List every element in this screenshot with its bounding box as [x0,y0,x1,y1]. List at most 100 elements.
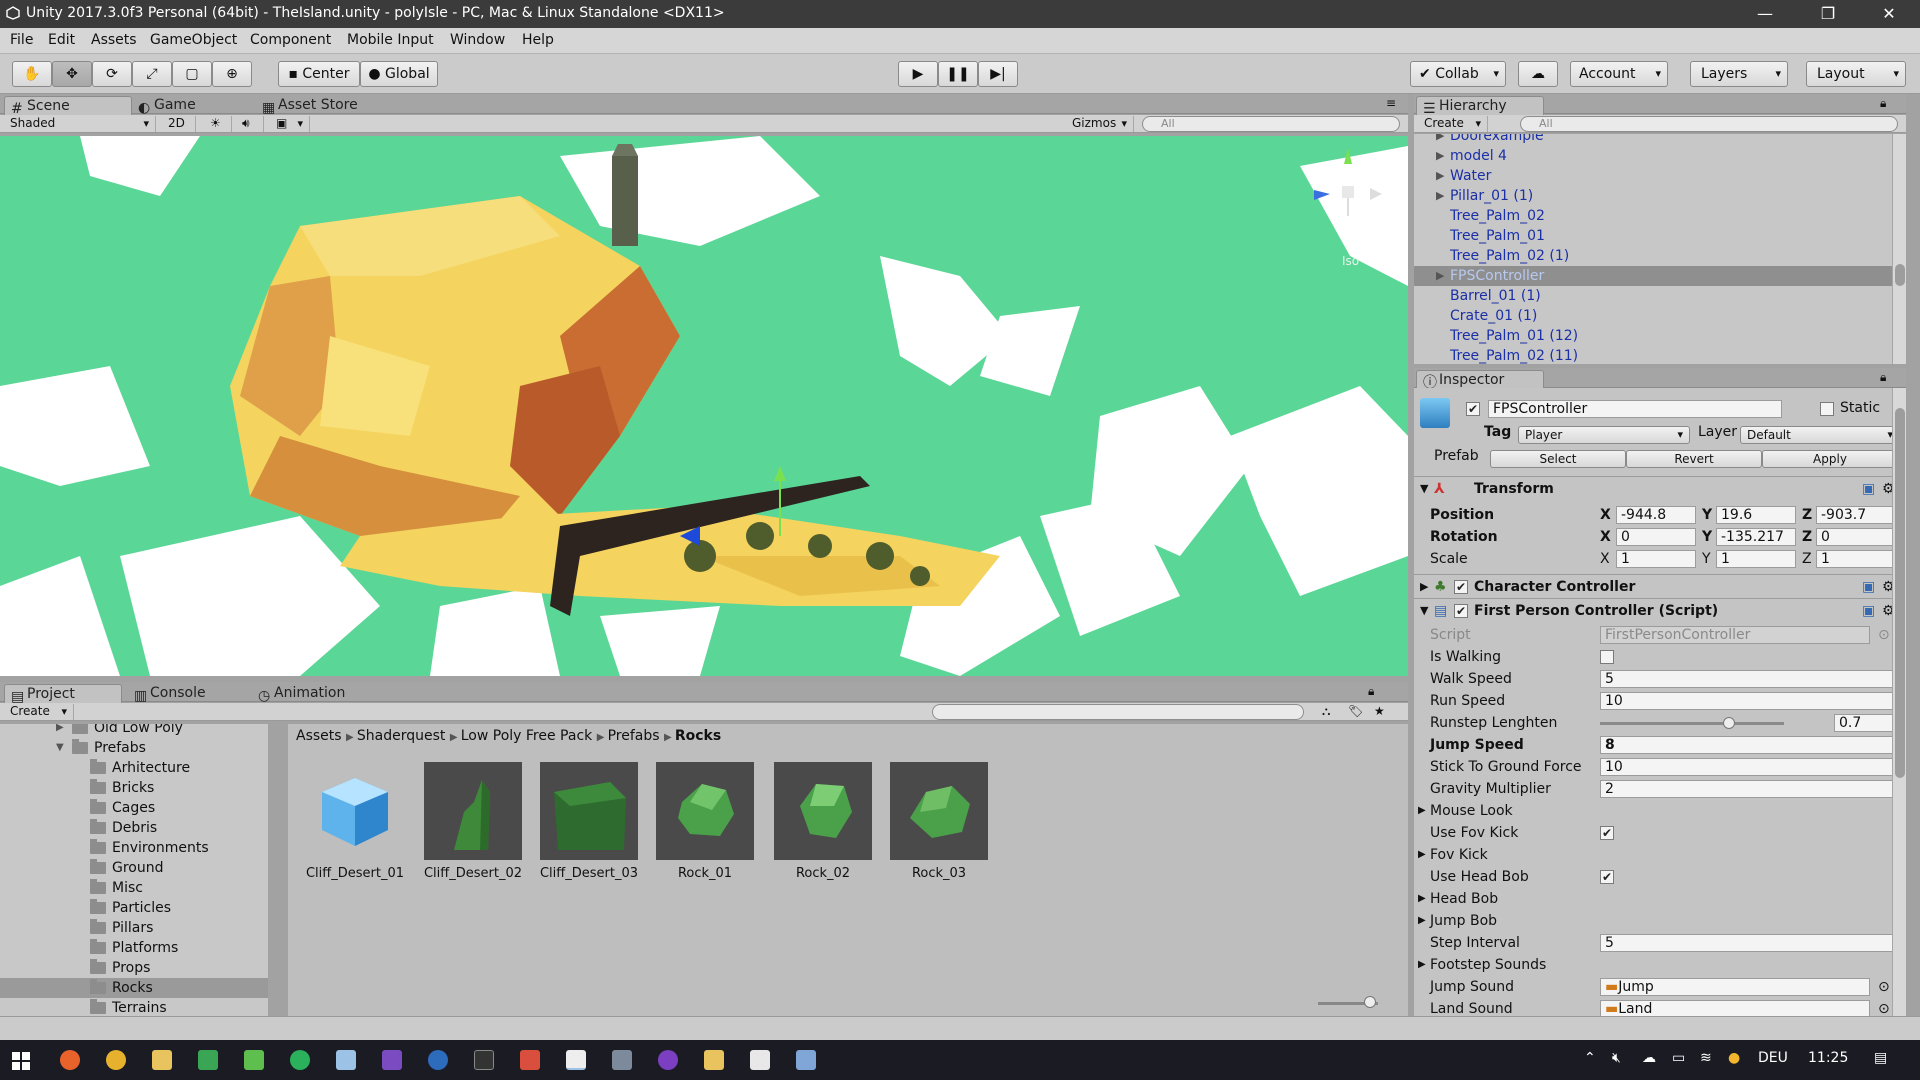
position-x-field[interactable]: -944.8 [1616,506,1696,524]
transform-tool-button[interactable]: ⊕ [212,61,252,87]
minimize-button[interactable]: — [1742,0,1788,28]
shading-mode-dropdown[interactable]: Shaded [4,116,156,132]
menu-help[interactable]: Help [522,32,554,48]
restore-button[interactable]: ❐ [1805,0,1851,28]
fpc-header[interactable]: ▼ ▤ ✔ First Person Controller (Script) ▣… [1414,598,1906,622]
scene-view[interactable]: Iso [0,136,1408,676]
hierarchy-item[interactable]: Tree_Palm_01 (12) [1414,326,1892,346]
folder-tree-item[interactable]: Misc [0,878,268,898]
tool-red-icon[interactable] [520,1050,540,1070]
project-lock-icon[interactable]: 🔒︎ [1368,684,1374,699]
folder-tree-item[interactable]: Arhitecture [0,758,268,778]
hierarchy-item[interactable]: Barrel_01 (1) [1414,286,1892,306]
expand-arrow-icon[interactable]: ▶ [1436,186,1444,206]
folder-tree-item[interactable]: Bricks [0,778,268,798]
is-walking-checkbox[interactable] [1600,650,1614,664]
hierarchy-scrollbar[interactable] [1892,134,1906,364]
notes-icon[interactable] [244,1050,264,1070]
inspector-scroll-thumb[interactable] [1895,408,1905,778]
stick-field[interactable]: 10 [1600,758,1898,776]
run-speed-field[interactable]: 10 [1600,692,1898,710]
folder-tree-item[interactable]: Pillars [0,918,268,938]
use-head-bob-checkbox[interactable]: ✔ [1600,870,1614,884]
breadcrumb-low-poly[interactable]: Low Poly Free Pack [461,728,593,744]
notifications-icon[interactable]: ▤ [1874,1050,1887,1066]
editor-icon[interactable] [796,1050,816,1070]
head-bob-row[interactable]: ▶ Head Bob [1414,888,1906,910]
fpc-enabled-checkbox[interactable]: ✔ [1454,604,1468,618]
folder-tree-item[interactable]: ▼ Prefabs [0,738,268,758]
hierarchy-create-dropdown[interactable]: Create [1418,116,1488,132]
rotate-tool-button[interactable]: ⟳ [92,61,132,87]
space-global-button[interactable]: ● Global [360,61,438,87]
firefox-icon[interactable] [60,1050,80,1070]
effects-dropdown[interactable]: ▣ [270,116,310,132]
clock[interactable]: 11:25 [1808,1050,1848,1066]
active-checkbox[interactable]: ✔ [1466,402,1480,416]
file-explorer-icon[interactable] [152,1050,172,1070]
position-z-field[interactable]: -903.7 [1816,506,1898,524]
layer-dropdown[interactable]: Default [1740,426,1900,444]
expand-arrow-icon[interactable]: ▶ [1436,166,1444,186]
breadcrumb-prefabs[interactable]: Prefabs [608,728,660,744]
tab-inspector[interactable]: ⓘ Inspector [1416,370,1544,391]
folder-tree-item[interactable]: Particles [0,898,268,918]
2d-toggle[interactable]: 2D [162,116,196,132]
bin-icon[interactable] [612,1050,632,1070]
language-indicator[interactable]: DEU [1758,1050,1788,1066]
folder-tree-item[interactable]: Ground [0,858,268,878]
folder-tree-item[interactable]: Environments [0,838,268,858]
scale-tool-button[interactable]: ⤢ [132,61,172,87]
skype-icon[interactable] [428,1050,448,1070]
expand-arrow-icon[interactable]: ▶ [1436,134,1444,146]
hierarchy-item[interactable]: Tree_Palm_01 [1414,226,1892,246]
folder-taskbar-icon[interactable] [704,1050,724,1070]
audio-toggle[interactable]: 🔊︎ [236,116,264,132]
object-picker-icon[interactable]: ⊙ [1878,976,1890,998]
position-y-field[interactable]: 19.6 [1716,506,1796,524]
breadcrumb-assets[interactable]: Assets [296,728,342,744]
hierarchy-item[interactable]: ▶ Pillar_01 (1) [1414,186,1892,206]
windows-start-icon[interactable] [12,1052,30,1070]
epic-games-icon[interactable] [474,1050,494,1070]
footstep-sounds-row[interactable]: ▶ Footstep Sounds [1414,954,1906,976]
asset-cliff-desert-01[interactable]: Cliff_Desert_01 [306,762,404,882]
runstep-slider-track[interactable] [1600,722,1784,725]
hierarchy-item[interactable]: Tree_Palm_02 [1414,206,1892,226]
collab-dropdown[interactable]: ✔ Collab [1410,61,1506,87]
folder-tree-item[interactable]: Platforms [0,938,268,958]
tab-project[interactable]: ▤ Project [4,684,122,705]
move-tool-button[interactable]: ✥ [52,61,92,87]
app-tray-icon[interactable]: ● [1728,1050,1740,1066]
object-picker-icon[interactable]: ⊙ [1878,624,1890,646]
tab-console[interactable]: ▥ Console [128,684,248,704]
static-checkbox[interactable] [1820,402,1834,416]
pivot-center-button[interactable]: ▪ Center [278,61,360,87]
tab-animation[interactable]: ◷ Animation [252,684,392,704]
expand-arrow-icon[interactable]: ▶ [56,724,64,738]
jump-sound-field[interactable]: ▬Jump [1600,978,1870,996]
land-sound-field[interactable]: ▬Land [1600,1000,1870,1016]
spotify-icon[interactable] [290,1050,310,1070]
hand-tool-button[interactable]: ✋ [12,61,52,87]
cloud-sync-icon[interactable]: ☁ [1642,1050,1656,1066]
menu-window[interactable]: Window [450,32,505,48]
filter-type-icon[interactable]: ⛬ [1322,704,1330,719]
visual-studio-icon[interactable] [382,1050,402,1070]
menu-mobile-input[interactable]: Mobile Input [347,32,434,48]
prefab-apply-button[interactable]: Apply [1762,450,1898,468]
character-controller-checkbox[interactable]: ✔ [1454,580,1468,594]
asset-rock-01[interactable]: Rock_01 [656,762,754,882]
favorite-star-icon[interactable]: ★ [1374,704,1385,718]
gravity-field[interactable]: 2 [1600,780,1898,798]
rotation-z-field[interactable]: 0 [1816,528,1898,546]
transform-header[interactable]: ▼ ⅄ Transform ▣ ⚙ [1414,476,1906,500]
tab-asset-store[interactable]: ▦ Asset Store [256,96,386,116]
expand-arrow-icon[interactable]: ▶ [1436,266,1444,286]
breadcrumb-rocks[interactable]: Rocks [675,728,721,744]
menu-file[interactable]: File [10,32,33,48]
help-icon[interactable]: ▣ [1862,575,1875,599]
inspector-lock-icon[interactable]: 🔒︎ [1880,370,1886,385]
media-icon[interactable] [658,1050,678,1070]
cube-app-icon[interactable] [336,1050,356,1070]
